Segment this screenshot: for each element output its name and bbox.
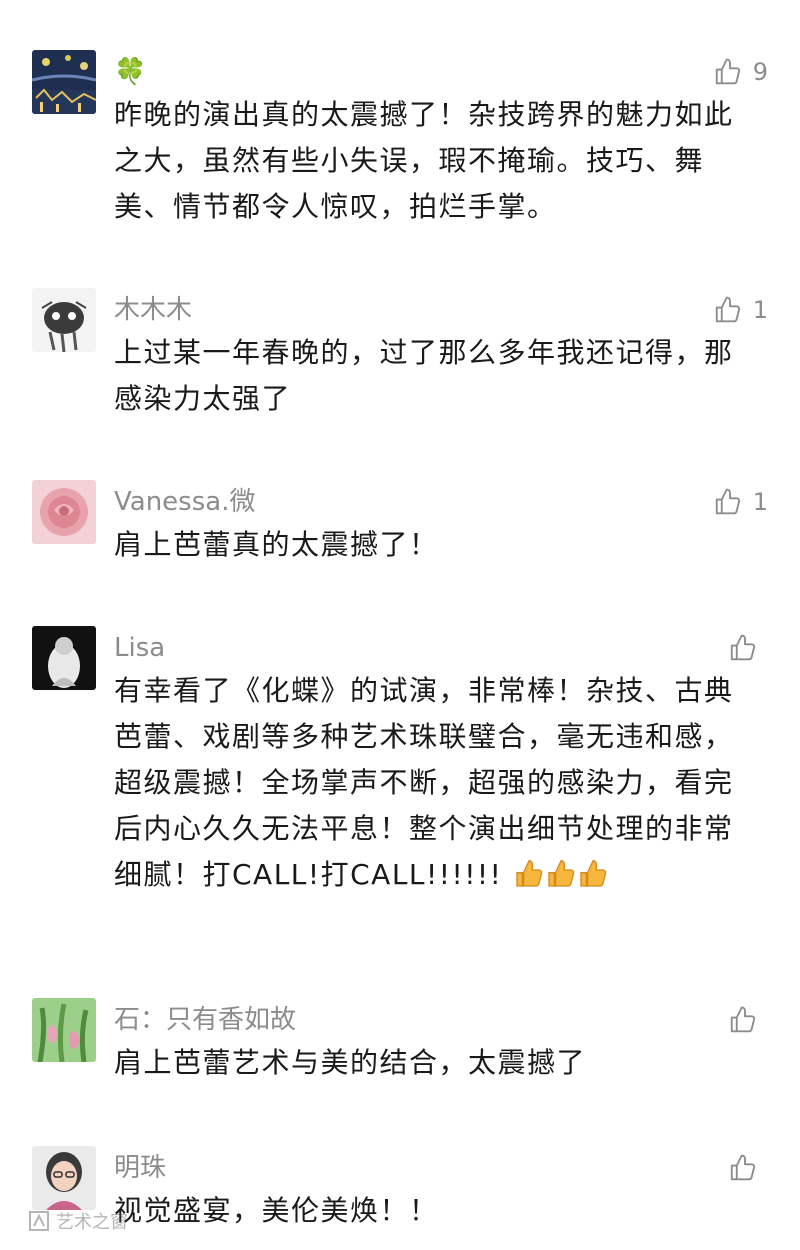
comment-text: 肩上芭蕾艺术与美的结合，太震撼了 xyxy=(114,1046,587,1079)
avatar[interactable] xyxy=(32,480,96,544)
like-button[interactable] xyxy=(728,1152,768,1184)
like-button[interactable] xyxy=(728,632,768,664)
like-button[interactable]: 1 xyxy=(713,294,768,326)
watermark-text: 艺术之窗 xyxy=(56,1212,128,1233)
comment-text-body: 有幸看了《化蝶》的试演，非常棒！杂技、古典芭蕾、戏剧等多种艺术珠联璧合，毫无违和… xyxy=(114,674,734,891)
comment-author: 石：只有香如故 xyxy=(114,1005,297,1035)
comment-author: Vanessa.微 xyxy=(114,487,256,517)
comment-text: 肩上芭蕾真的太震撼了！ xyxy=(114,528,439,561)
comment-author: Lisa xyxy=(114,633,166,663)
like-button[interactable] xyxy=(728,1004,768,1036)
watermark-logo-icon xyxy=(29,1211,49,1231)
thumbs-up-emoji xyxy=(577,858,609,904)
comment-author: 明珠 xyxy=(114,1153,167,1183)
like-count: 1 xyxy=(752,296,768,324)
like-count: 1 xyxy=(752,488,768,516)
avatar[interactable] xyxy=(32,626,96,690)
thumbs-up-outline-icon xyxy=(715,488,740,515)
like-button[interactable]: 9 xyxy=(713,56,768,88)
like-count: 9 xyxy=(752,58,768,86)
avatar[interactable] xyxy=(32,1146,96,1210)
watermark: 艺术之窗 xyxy=(28,1208,128,1234)
comment-text: 上过某一年春晚的，过了那么多年我还记得，那感染力太强了 xyxy=(114,336,734,415)
comment-author: 木木木 xyxy=(114,295,193,325)
comment-author: 🍀 xyxy=(114,57,147,87)
comment-text: 有幸看了《化蝶》的试演，非常棒！杂技、古典芭蕾、戏剧等多种艺术珠联璧合，毫无违和… xyxy=(114,668,754,904)
comment-text: 昨晚的演出真的太震撼了！杂技跨界的魅力如此之大，虽然有些小失误，瑕不掩瑜。技巧、… xyxy=(114,98,734,223)
thumbs-up-emoji xyxy=(545,858,577,904)
avatar[interactable] xyxy=(32,50,96,114)
avatar[interactable] xyxy=(32,998,96,1062)
thumbs-up-outline-icon xyxy=(730,634,756,661)
avatar[interactable] xyxy=(32,288,96,352)
like-button[interactable]: 1 xyxy=(713,486,768,518)
thumbs-up-outline-icon xyxy=(715,296,740,323)
thumbs-up-outline-icon xyxy=(730,1006,756,1033)
thumbs-up-emoji xyxy=(513,858,545,904)
thumbs-up-outline-icon xyxy=(715,58,740,85)
thumbs-up-outline-icon xyxy=(730,1154,756,1181)
comment-text: 视觉盛宴，美伦美焕！！ xyxy=(114,1194,439,1227)
